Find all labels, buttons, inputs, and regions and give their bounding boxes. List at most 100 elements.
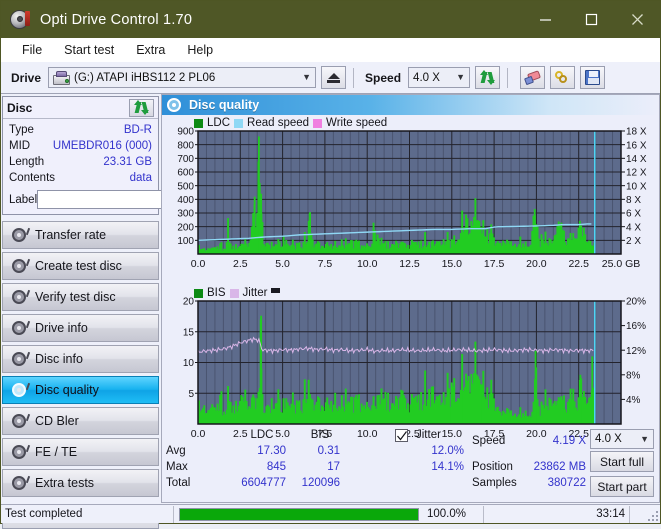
sidebar-item-fe-te[interactable]: FE / TE bbox=[2, 438, 159, 466]
svg-text:7.5: 7.5 bbox=[318, 258, 333, 270]
menu-start-test[interactable]: Start test bbox=[53, 41, 125, 59]
svg-text:12.5: 12.5 bbox=[399, 258, 420, 270]
svg-text:22.5: 22.5 bbox=[568, 258, 589, 270]
svg-text:5.0: 5.0 bbox=[275, 258, 290, 270]
ldc-read-speed-chart: 100 200 300 400 500 600 700 800 900 2 X 4 X 6 X 8 X 1… bbox=[177, 127, 647, 270]
disc-row-type: Type BD-R bbox=[9, 122, 152, 138]
svg-text:15.0: 15.0 bbox=[442, 258, 463, 270]
content-title: Disc quality bbox=[189, 98, 260, 112]
drive-label: Drive bbox=[11, 70, 42, 85]
speed-stat-label: Speed bbox=[472, 435, 506, 447]
minimize-icon[interactable] bbox=[522, 1, 568, 38]
disc-quality-icon bbox=[167, 97, 182, 113]
jitter-checkbox[interactable] bbox=[395, 429, 408, 442]
refresh-icon bbox=[480, 70, 496, 85]
sidebar-item-extra-tests[interactable]: Extra tests bbox=[2, 469, 159, 497]
test-speed-select[interactable]: 4.0 X ▼ bbox=[590, 429, 654, 449]
disc-row-key: Length bbox=[9, 156, 45, 168]
disc-row-value: 23.31 GB bbox=[103, 156, 152, 168]
progress-cell bbox=[174, 505, 423, 524]
svg-text:12%: 12% bbox=[626, 346, 646, 357]
samples-stat-value: 380722 bbox=[547, 477, 586, 489]
eraser-icon bbox=[523, 69, 541, 85]
menu-file[interactable]: File bbox=[11, 41, 53, 59]
disc-row-key: MID bbox=[9, 140, 31, 152]
svg-text:8 X: 8 X bbox=[626, 195, 641, 206]
disc-row-contents: Contents data bbox=[9, 170, 152, 186]
refresh-button[interactable] bbox=[475, 66, 501, 89]
disc-icon bbox=[11, 351, 31, 368]
svg-text:14 X: 14 X bbox=[626, 154, 647, 165]
disc-icon bbox=[11, 289, 31, 306]
svg-text:2.5: 2.5 bbox=[233, 258, 248, 270]
disc-label-caption: Label bbox=[9, 193, 38, 206]
svg-text:17.5: 17.5 bbox=[484, 258, 505, 270]
svg-text:300: 300 bbox=[177, 209, 194, 220]
svg-text:500: 500 bbox=[177, 181, 194, 192]
sidebar-item-create-test-disc[interactable]: Create test disc bbox=[2, 252, 159, 280]
drive-icon bbox=[53, 70, 71, 85]
menu-extra[interactable]: Extra bbox=[125, 41, 176, 59]
svg-text:100: 100 bbox=[177, 236, 194, 247]
content-header: Disc quality bbox=[162, 95, 659, 115]
nav-list: Transfer rate Create test disc Verify test… bbox=[2, 221, 159, 497]
sidebar-item-label: Verify test disc bbox=[35, 290, 116, 304]
drive-select[interactable]: (G:) ATAPI iHBS112 2 PL06 ▼ bbox=[48, 67, 317, 88]
app-disc-icon bbox=[9, 9, 31, 31]
eject-button[interactable] bbox=[321, 66, 347, 89]
sidebar-item-label: FE / TE bbox=[35, 445, 78, 459]
disc-label-row: Label bbox=[9, 189, 242, 210]
settings-keys-button[interactable] bbox=[550, 66, 576, 89]
left-sidebar: Disc Type BD-R MID UMEBDR016 (000) Lengt… bbox=[2, 96, 242, 529]
speed-label: Speed bbox=[365, 70, 402, 85]
disc-row-key: Contents bbox=[9, 172, 56, 184]
svg-text:25.0 GB: 25.0 GB bbox=[602, 258, 641, 270]
status-message: Test completed bbox=[5, 508, 83, 520]
speed-select[interactable]: 4.0 X ▼ bbox=[408, 67, 471, 88]
title-bar: Opti Drive Control 1.70 bbox=[1, 1, 660, 38]
resize-grip[interactable] bbox=[645, 508, 658, 521]
sidebar-item-verify-test-disc[interactable]: Verify test disc bbox=[2, 283, 159, 311]
sidebar-item-transfer-rate[interactable]: Transfer rate bbox=[2, 221, 159, 249]
svg-text:900: 900 bbox=[177, 127, 194, 138]
stat-header-bis: BIS bbox=[310, 429, 330, 441]
svg-text:20%: 20% bbox=[626, 297, 646, 308]
progress-bar bbox=[179, 507, 419, 521]
sidebar-item-label: CD Bler bbox=[35, 414, 79, 428]
sidebar-item-disc-quality[interactable]: Disc quality bbox=[2, 376, 159, 404]
chevron-down-icon: ▼ bbox=[302, 72, 312, 82]
maximize-icon[interactable] bbox=[568, 1, 614, 38]
stat-row-label-total: Total bbox=[166, 477, 191, 489]
disc-icon bbox=[11, 413, 31, 430]
start-full-button[interactable]: Start full bbox=[590, 451, 654, 472]
sidebar-item-disc-info[interactable]: Disc info bbox=[2, 345, 159, 373]
menu-help[interactable]: Help bbox=[176, 41, 224, 59]
sidebar-item-label: Disc info bbox=[35, 352, 83, 366]
svg-text:2 X: 2 X bbox=[626, 236, 641, 247]
start-part-button[interactable]: Start part bbox=[590, 476, 654, 497]
sidebar-item-label: Transfer rate bbox=[35, 228, 107, 242]
chevron-down-icon: ▼ bbox=[640, 433, 649, 444]
erase-button[interactable] bbox=[520, 66, 546, 89]
position-stat-label: Position bbox=[472, 461, 513, 473]
stat-row-label-max: Max bbox=[166, 461, 188, 473]
save-icon bbox=[585, 70, 601, 85]
stat-avg-jitter: 12.0% bbox=[431, 445, 464, 457]
test-speed-value: 4.0 X bbox=[595, 433, 622, 445]
save-button[interactable] bbox=[580, 66, 606, 89]
svg-text:20.0: 20.0 bbox=[526, 258, 547, 270]
disc-refresh-button[interactable] bbox=[129, 98, 154, 117]
disc-panel: Disc Type BD-R MID UMEBDR016 (000) Lengt… bbox=[2, 96, 242, 215]
svg-text:800: 800 bbox=[177, 140, 194, 151]
stat-avg-bis: 0.31 bbox=[317, 445, 340, 457]
keys-icon bbox=[554, 70, 571, 85]
stat-row-label-avg: Avg bbox=[166, 445, 186, 457]
close-icon[interactable] bbox=[614, 1, 660, 38]
svg-text:700: 700 bbox=[177, 154, 194, 165]
stat-header-ldc: LDC bbox=[250, 429, 274, 441]
sidebar-item-cd-bler[interactable]: CD Bler bbox=[2, 407, 159, 435]
sidebar-item-drive-info[interactable]: Drive info bbox=[2, 314, 159, 342]
disc-row-value: UMEBDR016 (000) bbox=[52, 140, 152, 152]
window-controls bbox=[522, 1, 660, 38]
toolbar-divider-1 bbox=[353, 67, 355, 88]
